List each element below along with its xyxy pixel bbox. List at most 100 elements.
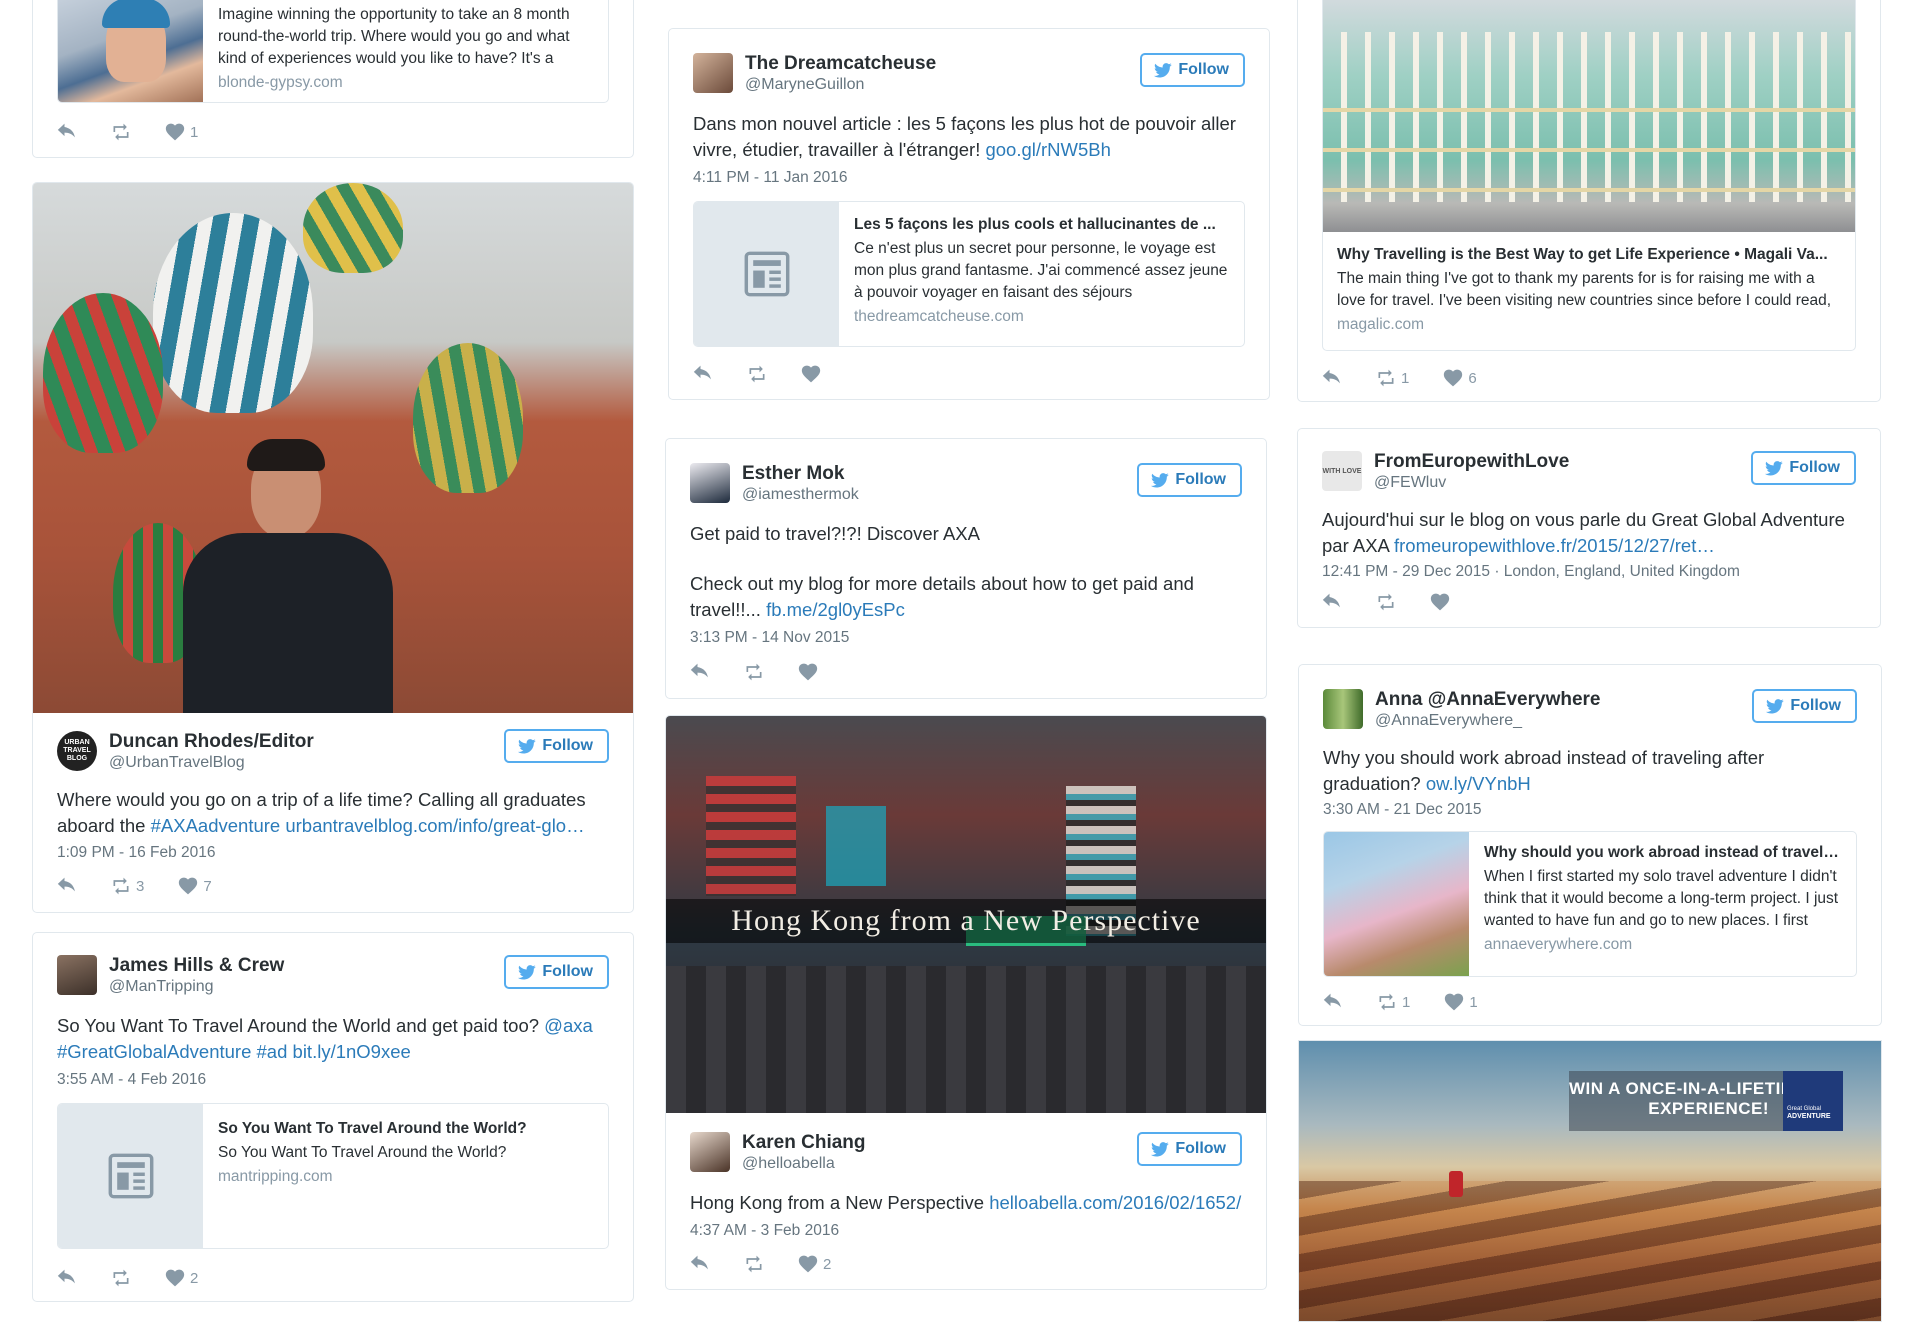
mention-link[interactable]: @axa — [544, 1015, 593, 1036]
reply-button[interactable] — [1323, 993, 1343, 1011]
tweet-timestamp[interactable]: 3:13 PM - 14 Nov 2015 — [690, 629, 849, 647]
tweet-body: So You Want To Travel Around the World a… — [57, 1015, 545, 1036]
user-handle[interactable]: @iamesthermok — [742, 486, 859, 504]
twitter-bird-icon — [1151, 1142, 1169, 1157]
user-name[interactable]: Karen Chiang — [742, 1132, 866, 1154]
follow-button[interactable]: Follow — [1752, 689, 1857, 723]
like-button[interactable]: 1 — [1444, 993, 1478, 1011]
reply-button[interactable] — [57, 1269, 77, 1287]
link-preview[interactable]: Why Travelling is the Best Way to get Li… — [1322, 0, 1856, 351]
hashtag-link[interactable]: #ad — [257, 1041, 288, 1062]
follow-button[interactable]: Follow — [1140, 53, 1245, 87]
link-preview[interactable]: Why should you work abroad instead of tr… — [1323, 831, 1857, 977]
hashtag-link[interactable]: #AXAadventure — [151, 815, 281, 836]
retweet-button[interactable] — [747, 365, 767, 383]
user-name[interactable]: Duncan Rhodes/Editor — [109, 731, 314, 753]
retweet-button[interactable]: 3 — [111, 877, 144, 895]
tweet-link[interactable]: bit.ly/1nO9xee — [293, 1041, 411, 1062]
tweet-header: Anna @AnnaEverywhere @AnnaEverywhere_ Fo… — [1323, 689, 1857, 735]
tweet-timestamp[interactable]: 12:41 PM - 29 Dec 2015 · London, England… — [1322, 563, 1740, 581]
neon-sign — [706, 776, 796, 896]
reply-button[interactable] — [693, 365, 713, 383]
like-button[interactable] — [1430, 593, 1450, 611]
avatar[interactable] — [693, 53, 733, 93]
user-handle[interactable]: @FEWluv — [1374, 474, 1446, 492]
tweet-photo[interactable]: Hong Kong from a New Perspective — [666, 716, 1266, 1113]
avatar[interactable] — [690, 463, 730, 503]
follow-button[interactable]: Follow — [504, 729, 609, 763]
retweet-button[interactable] — [1376, 593, 1396, 611]
avatar[interactable]: WITH LOVE — [1322, 451, 1362, 491]
follow-button[interactable]: Follow — [504, 955, 609, 989]
like-button[interactable] — [801, 365, 821, 383]
link-preview[interactable]: Les 5 façons les plus cools et hallucina… — [693, 201, 1245, 347]
tweet-timestamp[interactable]: 1:09 PM - 16 Feb 2016 — [57, 844, 216, 862]
link-preview[interactable]: So You Want To Travel Around the World? … — [57, 1103, 609, 1249]
like-button[interactable]: 1 — [165, 123, 198, 141]
avatar[interactable] — [57, 955, 97, 995]
tweet-card: Imagine winning the opportunity to take … — [32, 0, 634, 158]
reply-button[interactable] — [690, 1255, 710, 1273]
user-handle[interactable]: @UrbanTravelBlog — [109, 754, 245, 772]
hashtag-link[interactable]: #GreatGlobalAdventure — [57, 1041, 251, 1062]
ad-banner[interactable]: WIN A ONCE-IN-A-LIFETIME EXPERIENCE! Gre… — [1298, 1040, 1882, 1322]
like-button[interactable] — [798, 663, 818, 681]
reply-button[interactable] — [57, 877, 77, 895]
user-handle[interactable]: @MaryneGuillon — [745, 76, 864, 94]
tweet-timestamp[interactable]: 3:55 AM - 4 Feb 2016 — [57, 1071, 206, 1089]
like-count: 1 — [190, 123, 199, 141]
retweet-icon — [111, 1269, 131, 1287]
user-handle[interactable]: @ManTripping — [109, 978, 214, 996]
link-preview[interactable]: Imagine winning the opportunity to take … — [57, 0, 609, 103]
reply-button[interactable] — [690, 663, 710, 681]
tweet-timestamp[interactable]: 4:11 PM - 11 Jan 2016 — [693, 169, 848, 187]
avatar[interactable] — [690, 1132, 730, 1172]
tweet-text: Why you should work abroad instead of tr… — [1323, 745, 1857, 797]
preview-image — [1323, 0, 1855, 232]
tweet-card: James Hills & Crew @ManTripping Follow S… — [32, 932, 634, 1302]
tweet-link[interactable]: fb.me/2gl0yEsPc — [766, 599, 905, 620]
tweet-photo[interactable] — [33, 183, 633, 713]
retweet-button[interactable]: 1 — [1377, 993, 1410, 1011]
tweet-link[interactable]: urbantravelblog.com/info/great-glo… — [285, 815, 584, 836]
tweet-timestamp[interactable]: 3:30 AM - 21 Dec 2015 — [1323, 801, 1482, 819]
like-count: 2 — [823, 1255, 832, 1273]
tweet-header: James Hills & Crew @ManTripping Follow — [57, 955, 609, 1001]
like-button[interactable]: 7 — [178, 877, 212, 895]
follow-label: Follow — [1175, 1140, 1226, 1157]
tweet-link[interactable]: fromeuropewithlove.fr/2015/12/27/ret… — [1394, 535, 1715, 556]
user-name[interactable]: James Hills & Crew — [109, 955, 284, 977]
reply-icon — [693, 365, 713, 383]
preview-title: So You Want To Travel Around the World? — [218, 1120, 527, 1137]
user-name[interactable]: Anna @AnnaEverywhere — [1375, 689, 1601, 711]
retweet-button[interactable] — [111, 1269, 131, 1287]
tweet-link[interactable]: helloabella.com/2016/02/1652/ — [989, 1192, 1241, 1213]
user-name[interactable]: Esther Mok — [742, 463, 844, 485]
avatar[interactable] — [1323, 689, 1363, 729]
follow-button[interactable]: Follow — [1137, 463, 1242, 497]
user-name[interactable]: The Dreamcatcheuse — [745, 53, 936, 75]
follow-button[interactable]: Follow — [1137, 1132, 1242, 1166]
user-name[interactable]: FromEuropewithLove — [1374, 451, 1569, 473]
retweet-button[interactable]: 1 — [1376, 369, 1409, 387]
like-button[interactable]: 2 — [798, 1255, 831, 1273]
tweet-timestamp[interactable]: 4:37 AM - 3 Feb 2016 — [690, 1222, 839, 1240]
reply-button[interactable] — [1322, 369, 1342, 387]
tweet-link[interactable]: goo.gl/rNW5Bh — [985, 139, 1110, 160]
like-button[interactable]: 6 — [1443, 369, 1477, 387]
reply-button[interactable] — [57, 123, 77, 141]
preview-description: Ce n'est plus un secret pour personne, l… — [854, 240, 1228, 301]
retweet-button[interactable] — [744, 663, 764, 681]
retweet-button[interactable] — [744, 1255, 764, 1273]
avatar[interactable]: URBAN TRAVEL BLOG — [57, 731, 97, 771]
reply-button[interactable] — [1322, 593, 1342, 611]
follow-button[interactable]: Follow — [1751, 451, 1856, 485]
user-handle[interactable]: @AnnaEverywhere_ — [1375, 712, 1522, 730]
user-handle[interactable]: @helloabella — [742, 1155, 835, 1173]
like-button[interactable]: 2 — [165, 1269, 198, 1287]
retweet-count: 1 — [1402, 993, 1411, 1011]
tweet-actions — [1322, 591, 1450, 613]
tweet-link[interactable]: ow.ly/VYnbH — [1426, 773, 1531, 794]
tweet-text: Get paid to travel?!?! Discover AXA Chec… — [690, 521, 1242, 623]
retweet-button[interactable] — [111, 123, 131, 141]
